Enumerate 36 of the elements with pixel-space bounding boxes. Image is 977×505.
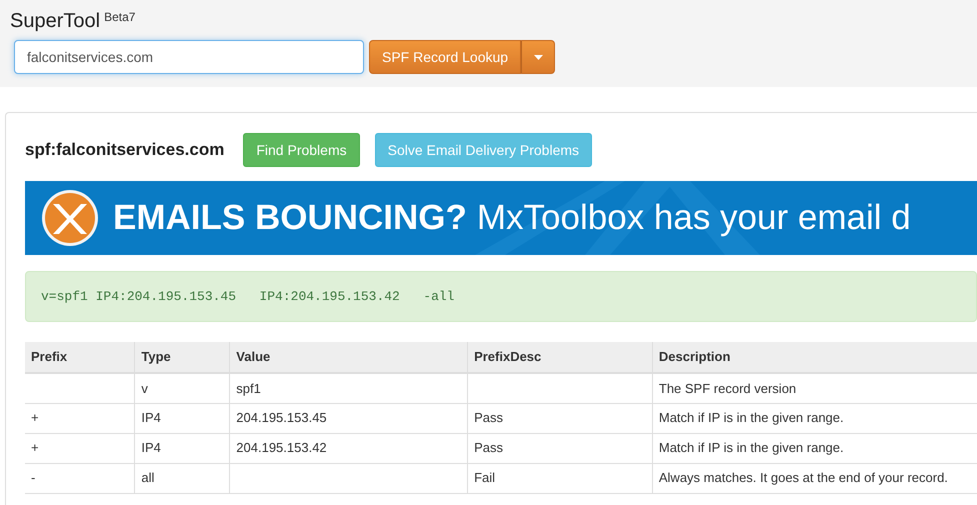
column-header: Prefix [25,342,135,373]
spf-record-text: v=spf1 IP4:204.195.153.45 IP4:204.195.153.42 -all [41,288,454,306]
table-cell: Pass [468,433,652,463]
record-heading: spf:falconitservices.com [25,140,224,160]
table-cell: all [134,463,230,493]
table-cell: Match if IP is in the given range. [652,433,977,463]
find-problems-button[interactable]: Find Problems [243,133,360,167]
table-cell: + [25,433,135,463]
table-cell: Pass [468,403,652,433]
table-cell: Match if IP is in the given range. [652,403,977,433]
table-cell: spf1 [230,373,468,403]
table-cell: 204.195.153.45 [230,403,468,433]
table-cell: Always matches. It goes at the end of your record. [652,463,977,493]
column-header: PrefixDesc [468,342,652,373]
table-cell: + [25,403,135,433]
domain-input[interactable]: falconitservices.com [14,40,364,74]
table-cell: IP4 [134,433,230,463]
version-label: Beta7 [104,10,136,24]
banner-tagline: MxToolbox has your email d [476,196,911,239]
solve-problems-button[interactable]: Solve Email Delivery Problems [374,133,592,167]
table-cell: - [25,463,135,493]
table-cell: v [134,373,230,403]
column-header: Type [134,342,230,373]
table-cell: Fail [468,463,652,493]
table-cell: IP4 [134,403,230,433]
x-logo-icon [41,189,99,247]
column-header: Description [652,342,977,373]
caret-icon [534,54,543,60]
app-title: SuperTool [10,10,100,32]
dropdown-toggle[interactable] [521,40,556,74]
ad-banner[interactable]: EMAILS BOUNCING? MxToolbox has your email d [25,181,977,255]
lookup-button[interactable]: SPF Record Lookup [369,40,522,74]
column-header: Value [230,342,468,373]
table-cell: The SPF record version [652,373,977,403]
table-cell: 204.195.153.42 [230,433,468,463]
banner-headline: EMAILS BOUNCING? [113,196,467,239]
